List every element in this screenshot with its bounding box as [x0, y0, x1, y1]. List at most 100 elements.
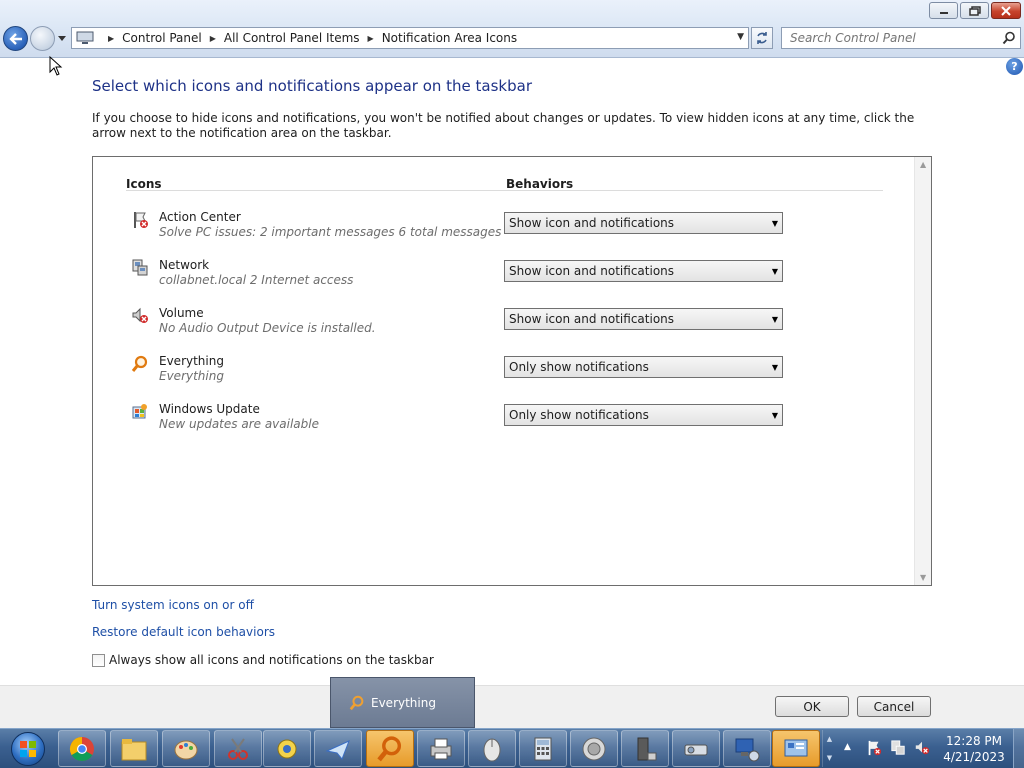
control-icon [277, 739, 297, 758]
list-item: Action Center Solve PC issues: 2 importa… [131, 209, 891, 249]
icon-description: New updates are available [159, 417, 319, 431]
always-show-checkbox[interactable] [92, 653, 105, 667]
taskbar-calculator[interactable] [519, 730, 567, 767]
volume-muted-icon[interactable] [914, 740, 930, 756]
behavior-value: Show icon and notifications [509, 216, 675, 230]
taskbar-scroll[interactable]: ▲ ▼ [822, 730, 836, 767]
computer-icon [76, 31, 94, 44]
taskbar-sound[interactable] [570, 730, 618, 767]
chrome-icon [69, 736, 94, 761]
show-desktop-button[interactable] [1013, 729, 1024, 768]
mouse-cursor-icon [49, 56, 63, 76]
chevron-down-icon: ▼ [771, 411, 778, 420]
icon-description: Solve PC issues: 2 important messages 6 … [159, 225, 502, 239]
scroll-down-icon[interactable]: ▼ [827, 754, 832, 762]
page-title: Select which icons and notifications app… [92, 77, 532, 95]
list-scrollbar[interactable]: ▲ ▼ [914, 157, 931, 585]
everything-search-icon [377, 735, 402, 761]
preview-label: Everything [371, 695, 436, 710]
taskbar-app-5[interactable] [263, 730, 311, 767]
network-icon[interactable] [890, 740, 906, 756]
behavior-dropdown[interactable]: Only show notifications ▼ [504, 356, 783, 378]
column-header-icons: Icons [126, 177, 162, 191]
behavior-dropdown[interactable]: Show icon and notifications ▼ [504, 260, 783, 282]
always-show-label[interactable]: Always show all icons and notifications … [109, 653, 434, 667]
mail-icon [325, 739, 350, 760]
icon-name: Volume [159, 306, 204, 320]
address-bar[interactable]: ▶ Control Panel ▶ All Control Panel Item… [71, 27, 749, 49]
refresh-button[interactable] [751, 27, 773, 49]
recent-pages-dropdown[interactable] [57, 32, 67, 44]
always-show-option: Always show all icons and notifications … [92, 653, 434, 667]
taskbar-control-panel[interactable] [772, 730, 820, 767]
back-button[interactable] [3, 26, 28, 51]
mouse-icon [483, 738, 501, 761]
action-center-flag-icon [134, 212, 148, 228]
list-item: Volume No Audio Output Device is install… [131, 305, 891, 345]
printer-icon [430, 738, 452, 759]
list-item: Network collabnet.local 2 Internet acces… [131, 257, 891, 297]
ok-button[interactable]: OK [775, 696, 849, 717]
close-icon [1001, 5, 1011, 16]
arrow-left-icon [8, 32, 22, 45]
taskbar-preview[interactable]: Everything [330, 677, 475, 728]
behavior-dropdown[interactable]: Show icon and notifications ▼ [504, 212, 783, 234]
help-icon[interactable]: ? [1006, 58, 1023, 75]
restore-defaults-link[interactable]: Restore default icon behaviors [92, 625, 275, 639]
show-hidden-icons-button[interactable]: ▲ [844, 742, 851, 752]
taskbar-app-6[interactable] [314, 730, 362, 767]
taskbar-paint[interactable] [162, 730, 210, 767]
speaker-icon [582, 737, 606, 760]
taskbar-mouse[interactable] [468, 730, 516, 767]
taskbar-network-connections[interactable] [723, 730, 771, 767]
taskbar-everything[interactable] [366, 730, 414, 767]
taskbar-printer[interactable] [417, 730, 465, 767]
forward-button[interactable] [30, 26, 55, 51]
paint-icon [174, 740, 198, 759]
search-box[interactable] [781, 27, 1021, 49]
everything-search-icon [349, 695, 364, 710]
breadcrumb-all-items[interactable]: All Control Panel Items [224, 31, 360, 45]
close-button[interactable] [991, 2, 1021, 19]
refresh-icon [757, 32, 767, 44]
behavior-value: Show icon and notifications [509, 312, 675, 326]
behavior-dropdown[interactable]: Only show notifications ▼ [504, 404, 783, 426]
search-input[interactable] [790, 31, 995, 45]
cancel-button[interactable]: Cancel [857, 696, 931, 717]
network-connection-icon [735, 738, 760, 761]
page-description: If you choose to hide icons and notifica… [92, 111, 915, 140]
icon-description: collabnet.local 2 Internet access [159, 273, 354, 287]
start-button[interactable] [3, 731, 53, 767]
behavior-value: Only show notifications [509, 408, 649, 422]
list-item: Windows Update New updates are available… [131, 401, 891, 441]
icon-name: Action Center [159, 210, 241, 224]
behavior-dropdown[interactable]: Show icon and notifications ▼ [504, 308, 783, 330]
everything-search-icon [131, 355, 148, 372]
window-controls [929, 2, 1021, 19]
taskbar-clock[interactable]: 12:28 PM 4/21/2023 [940, 733, 1008, 765]
file-explorer-icon [121, 738, 147, 760]
minimize-button[interactable] [929, 2, 958, 19]
volume-muted-icon [132, 307, 148, 323]
behavior-value: Only show notifications [509, 360, 649, 374]
taskbar-chrome[interactable] [58, 730, 106, 767]
action-center-flag-icon[interactable] [866, 740, 882, 756]
breadcrumb-separator: ▶ [367, 33, 374, 43]
search-icon[interactable] [1002, 31, 1016, 45]
scroll-up-icon[interactable]: ▲ [920, 160, 926, 169]
maximize-button[interactable] [960, 2, 989, 19]
taskbar-file-explorer[interactable] [110, 730, 158, 767]
breadcrumb-control-panel[interactable]: Control Panel [122, 31, 202, 45]
clock-time: 12:28 PM [946, 734, 1002, 748]
chevron-down-icon: ▼ [771, 363, 778, 372]
taskbar-server[interactable] [621, 730, 669, 767]
scroll-down-icon[interactable]: ▼ [920, 573, 926, 582]
turn-system-icons-link[interactable]: Turn system icons on or off [92, 598, 254, 612]
taskbar-projector[interactable] [672, 730, 720, 767]
behavior-value: Show icon and notifications [509, 264, 675, 278]
taskbar-snipping-tool[interactable] [214, 730, 262, 767]
breadcrumb-notification-area-icons[interactable]: Notification Area Icons [382, 31, 517, 45]
scroll-up-icon[interactable]: ▲ [827, 735, 832, 743]
address-dropdown-icon[interactable]: ▼ [737, 32, 744, 42]
windows-logo-icon [11, 732, 45, 766]
